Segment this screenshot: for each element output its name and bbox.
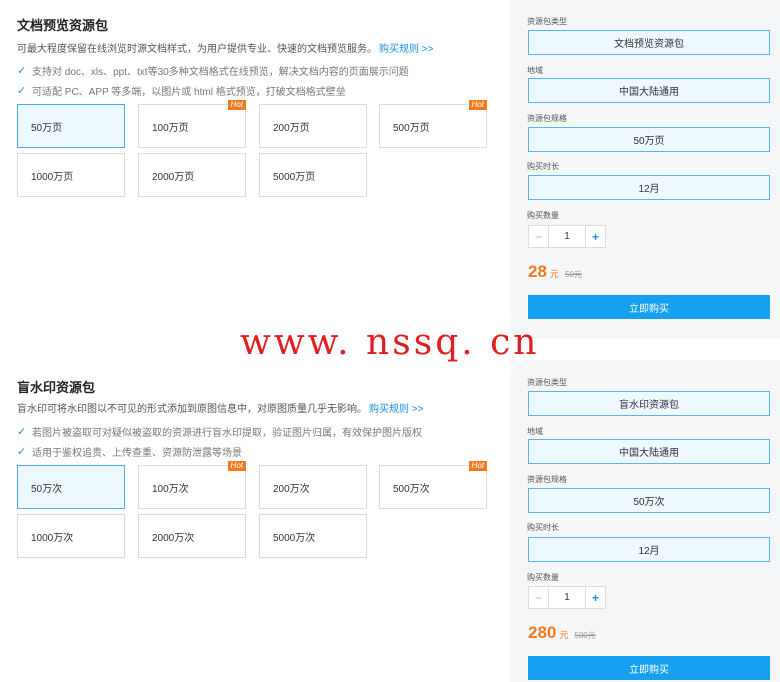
quantity-input[interactable]: 1	[549, 226, 585, 247]
duration-select[interactable]: 12月	[528, 537, 770, 562]
type-select[interactable]: 文档预览资源包	[528, 30, 770, 55]
option-label: 200万次	[273, 483, 310, 495]
original-price: 500元	[574, 631, 596, 640]
product-panel: 文档预览资源包 可最大程度保留在线浏览时源文档样式，为用户提供专业、快速的文档预…	[0, 0, 510, 338]
feature-item: ✓ 支持对 doc、xls、ppt、txt等30多种文档格式在线预览，解决文档内…	[17, 63, 409, 78]
decrement-button[interactable]: −	[529, 226, 549, 247]
region-select[interactable]: 中国大陆通用	[528, 439, 770, 464]
original-price: 50元	[564, 270, 582, 279]
feature-text: 可适配 PC、APP 等多端，以图片或 html 格式预览，打破文档格式壁垒	[32, 87, 346, 98]
price-value: 280	[528, 623, 557, 642]
order-sidebar: 资源包类型 文档预览资源包 地域 中国大陆通用 资源包规格 50万页 购买时长 …	[510, 0, 780, 338]
duration-select[interactable]: 12月	[528, 175, 770, 200]
option-label: 2000万页	[152, 171, 195, 183]
option-label: 5000万页	[273, 171, 316, 183]
option-label: 50万次	[31, 483, 63, 495]
decrement-button[interactable]: −	[529, 587, 549, 608]
order-sidebar: 资源包类型 盲水印资源包 地域 中国大陆通用 资源包规格 50万次 购买时长 1…	[510, 360, 780, 682]
option-label: 2000万次	[152, 532, 195, 544]
buy-now-button[interactable]: 立即购买	[528, 295, 770, 319]
hot-badge: Hot	[227, 461, 246, 471]
duration-label: 购买时长	[527, 162, 559, 171]
option-label: 50万页	[31, 122, 63, 134]
feature-item: ✓ 可适配 PC、APP 等多端，以图片或 html 格式预览，打破文档格式壁垒	[17, 83, 346, 98]
check-icon: ✓	[17, 446, 27, 458]
site-watermark: www. nssq. cn	[240, 322, 540, 363]
product-title: 文档预览资源包	[17, 18, 109, 33]
price-display: 28 元 50元	[528, 262, 582, 282]
type-select[interactable]: 盲水印资源包	[528, 391, 770, 416]
region-select[interactable]: 中国大陆通用	[528, 78, 770, 103]
spec-option-1000[interactable]: 1000万页	[17, 153, 125, 197]
hot-badge: Hot	[468, 100, 487, 110]
price-value: 28	[528, 262, 547, 281]
feature-text: 适用于鉴权追责、上传查重、资源防泄露等场景	[32, 448, 242, 459]
spec-option-5000[interactable]: 5000万次	[259, 514, 367, 558]
quantity-label: 购买数量	[527, 211, 559, 220]
spec-option-500[interactable]: 500万页 Hot	[379, 100, 487, 148]
spec-option-200[interactable]: 200万页	[259, 104, 367, 148]
spec-option-5000[interactable]: 5000万页	[259, 153, 367, 197]
purchase-rules-link[interactable]: 购买规则 >>	[379, 44, 433, 55]
feature-text: 若图片被盗取可对疑似被盗取的资源进行盲水印提取，验证图片归属，有效保护图片版权	[32, 428, 422, 439]
feature-item: ✓ 若图片被盗取可对疑似被盗取的资源进行盲水印提取，验证图片归属，有效保护图片版…	[17, 424, 422, 439]
quantity-stepper: − 1 +	[528, 225, 606, 248]
spec-select[interactable]: 50万次	[528, 488, 770, 513]
feature-text: 支持对 doc、xls、ppt、txt等30多种文档格式在线预览，解决文档内容的…	[32, 67, 409, 78]
check-icon: ✓	[17, 85, 27, 97]
hot-badge: Hot	[468, 461, 487, 471]
feature-item: ✓ 适用于鉴权追责、上传查重、资源防泄露等场景	[17, 444, 242, 459]
type-label: 资源包类型	[527, 17, 567, 26]
region-label: 地域	[527, 66, 543, 75]
buy-now-button[interactable]: 立即购买	[528, 656, 770, 680]
quantity-stepper: − 1 +	[528, 586, 606, 609]
price-unit: 元	[559, 630, 569, 640]
duration-label: 购买时长	[527, 523, 559, 532]
spec-option-200[interactable]: 200万次	[259, 465, 367, 509]
quantity-input[interactable]: 1	[549, 587, 585, 608]
spec-label: 资源包规格	[527, 475, 567, 484]
product-description: 盲水印可将水印图以不可见的形式添加到原图信息中，对原图质量几乎无影响。 购买规则 …	[17, 400, 423, 415]
spec-option-100[interactable]: 100万页 Hot	[138, 100, 246, 148]
spec-option-50[interactable]: 50万次	[17, 465, 125, 509]
spec-option-2000[interactable]: 2000万页	[138, 153, 246, 197]
option-label: 100万页	[152, 122, 189, 134]
spec-select[interactable]: 50万页	[528, 127, 770, 152]
spec-option-2000[interactable]: 2000万次	[138, 514, 246, 558]
product-description: 可最大程度保留在线浏览时源文档样式，为用户提供专业、快速的文档预览服务。 购买规则…	[17, 40, 433, 55]
resource-pack-doc-preview: 文档预览资源包 可最大程度保留在线浏览时源文档样式，为用户提供专业、快速的文档预…	[0, 0, 780, 338]
option-label: 200万页	[273, 122, 310, 134]
check-icon: ✓	[17, 65, 27, 77]
purchase-rules-link[interactable]: 购买规则 >>	[369, 404, 423, 415]
price-display: 280 元 500元	[528, 623, 596, 643]
check-icon: ✓	[17, 426, 27, 438]
spec-option-1000[interactable]: 1000万次	[17, 514, 125, 558]
description-text: 盲水印可将水印图以不可见的形式添加到原图信息中，对原图质量几乎无影响。	[17, 404, 367, 415]
spec-option-100[interactable]: 100万次 Hot	[138, 461, 246, 509]
product-panel: 盲水印资源包 盲水印可将水印图以不可见的形式添加到原图信息中，对原图质量几乎无影…	[0, 360, 510, 682]
option-label: 1000万次	[31, 532, 74, 544]
type-label: 资源包类型	[527, 378, 567, 387]
price-unit: 元	[549, 269, 559, 279]
region-label: 地域	[527, 427, 543, 436]
description-text: 可最大程度保留在线浏览时源文档样式，为用户提供专业、快速的文档预览服务。	[17, 44, 377, 55]
option-label: 500万次	[393, 483, 430, 495]
increment-button[interactable]: +	[585, 226, 605, 247]
option-label: 1000万页	[31, 171, 74, 183]
option-label: 100万次	[152, 483, 189, 495]
spec-option-500[interactable]: 500万次 Hot	[379, 461, 487, 509]
quantity-label: 购买数量	[527, 573, 559, 582]
spec-label: 资源包规格	[527, 114, 567, 123]
hot-badge: Hot	[227, 100, 246, 110]
product-title: 盲水印资源包	[17, 380, 96, 395]
spec-option-50[interactable]: 50万页	[17, 104, 125, 148]
option-label: 500万页	[393, 122, 430, 134]
option-label: 5000万次	[273, 532, 316, 544]
resource-pack-blind-watermark: 盲水印资源包 盲水印可将水印图以不可见的形式添加到原图信息中，对原图质量几乎无影…	[0, 360, 780, 682]
increment-button[interactable]: +	[585, 587, 605, 608]
